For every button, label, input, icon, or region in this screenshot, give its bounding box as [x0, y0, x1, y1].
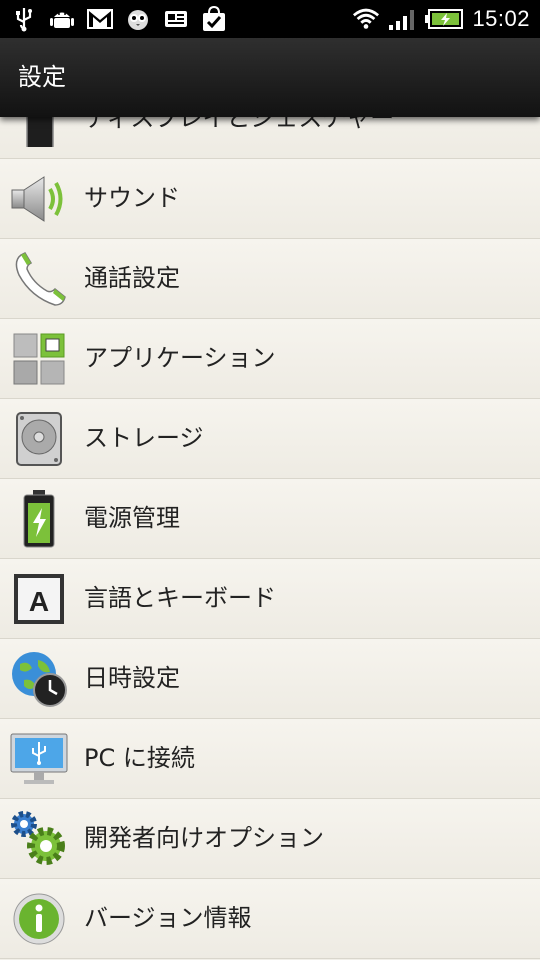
shopping-bag-icon: [200, 5, 228, 33]
system-status: 15:02: [352, 4, 530, 34]
settings-item-display[interactable]: ディスプレイとジェスチャー: [0, 117, 540, 159]
settings-item-pc-connect[interactable]: PC に接続: [0, 719, 540, 799]
settings-list[interactable]: ディスプレイとジェスチャー サウンド 通話設定 アプリケーション ストレージ 電…: [0, 117, 540, 960]
notification-icons: [10, 4, 228, 34]
news-icon: [162, 5, 190, 33]
battery-icon: [10, 490, 68, 548]
status-clock: 15:02: [472, 6, 530, 31]
speaker-icon: [10, 171, 68, 227]
globe-clock-icon: [10, 651, 68, 707]
settings-item-label: PC に接続: [84, 744, 195, 772]
status-bar: 15:02: [0, 0, 540, 38]
settings-item-language[interactable]: A 言語とキーボード: [0, 559, 540, 639]
gmail-icon: [86, 5, 114, 33]
page-title: 設定: [18, 63, 66, 91]
settings-item-call[interactable]: 通話設定: [0, 239, 540, 319]
pc-usb-icon: [10, 731, 68, 787]
battery-charging-icon: [424, 5, 464, 33]
settings-item-label: 開発者向けオプション: [84, 824, 324, 852]
settings-item-label: 電源管理: [84, 504, 180, 532]
gears-icon: [10, 811, 68, 867]
settings-item-label: サウンド: [84, 184, 180, 212]
owl-icon: [124, 5, 152, 33]
storage-icon: [10, 411, 68, 467]
svg-text:A: A: [29, 586, 49, 617]
settings-item-label: 言語とキーボード: [84, 584, 276, 612]
language-icon: A: [10, 571, 68, 627]
settings-item-datetime[interactable]: 日時設定: [0, 639, 540, 719]
wifi-icon: [352, 5, 380, 33]
settings-item-label: ディスプレイとジェスチャー: [84, 117, 395, 132]
settings-item-label: バージョン情報: [84, 904, 252, 932]
settings-item-apps[interactable]: アプリケーション: [0, 319, 540, 399]
settings-item-label: 日時設定: [84, 664, 180, 692]
usb-icon: [10, 5, 38, 33]
settings-item-sound[interactable]: サウンド: [0, 159, 540, 239]
settings-item-developer[interactable]: 開発者向けオプション: [0, 799, 540, 879]
android-debug-icon: [48, 5, 76, 33]
display-icon: [10, 117, 68, 147]
settings-item-storage[interactable]: ストレージ: [0, 399, 540, 479]
phone-icon: [10, 251, 68, 307]
signal-icon: [388, 5, 416, 33]
apps-icon: [10, 331, 68, 387]
settings-item-label: ストレージ: [84, 424, 204, 452]
settings-item-label: アプリケーション: [84, 344, 276, 372]
settings-item-label: 通話設定: [84, 264, 180, 292]
settings-item-power[interactable]: 電源管理: [0, 479, 540, 559]
settings-item-about[interactable]: バージョン情報: [0, 879, 540, 959]
title-bar: 設定: [0, 38, 540, 117]
info-icon: [10, 891, 68, 947]
